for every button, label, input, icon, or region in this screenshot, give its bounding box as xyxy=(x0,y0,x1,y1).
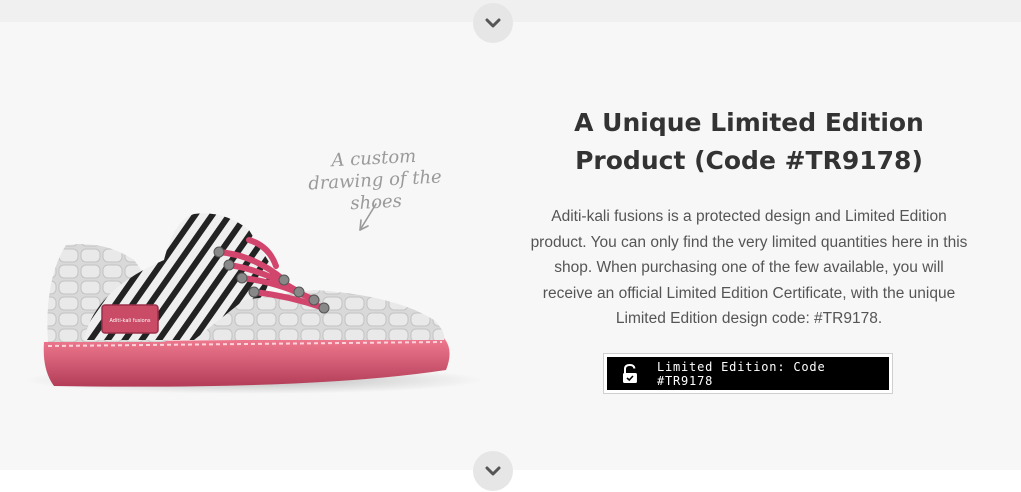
product-description: Aditi-kali fusions is a protected design… xyxy=(530,208,968,327)
limited-edition-badge: Limited Edition: Code #TR9178 xyxy=(603,353,893,394)
arrow-icon xyxy=(359,203,377,231)
chevron-down-icon xyxy=(485,466,501,476)
chevron-down-icon xyxy=(485,18,501,28)
page-title: A Unique Limited Edition Product (Code #… xyxy=(574,108,924,175)
scroll-down-button[interactable] xyxy=(473,451,513,491)
unlock-icon xyxy=(622,363,637,383)
scroll-up-button[interactable] xyxy=(473,3,513,43)
badge-label: Limited Edition: Code #TR9178 xyxy=(656,359,826,388)
product-info: A Unique Limited Edition Product (Code #… xyxy=(528,104,970,332)
product-image: Aditi-kali fusions xyxy=(14,200,484,410)
badge-inner: Limited Edition: Code #TR9178 xyxy=(607,357,889,390)
shoe-label: Aditi-kali fusions xyxy=(109,318,150,324)
shoe-illustration: Aditi-kali fusions xyxy=(24,213,484,394)
